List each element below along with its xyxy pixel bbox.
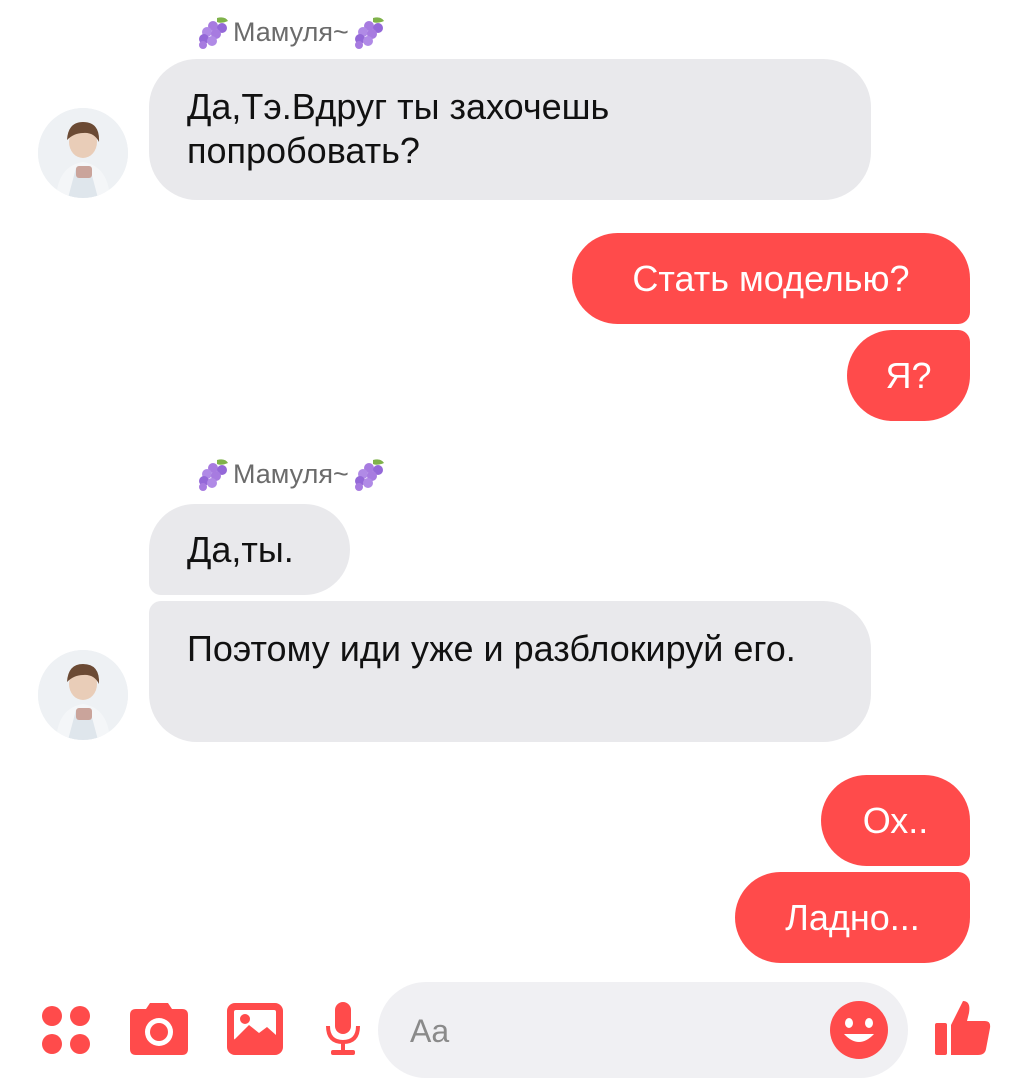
apps-button[interactable] bbox=[36, 1000, 96, 1060]
grape-emoji-icon bbox=[199, 17, 228, 49]
camera-button[interactable] bbox=[126, 996, 192, 1062]
thumbs-up-icon bbox=[935, 1001, 991, 1055]
message-bubble-outgoing[interactable]: Я? bbox=[847, 330, 970, 421]
apps-icon bbox=[42, 1006, 90, 1054]
message-bubble-incoming[interactable]: Да,Тэ.Вдруг ты захочешь попробовать? bbox=[149, 59, 871, 200]
message-text: Стать моделью? bbox=[632, 258, 910, 299]
sender-name: Мамуля~ bbox=[195, 456, 387, 492]
message-bubble-incoming[interactable]: Поэтому иди уже и разблокируй его. bbox=[149, 601, 871, 742]
sender-name-text: Мамуля~ bbox=[233, 16, 349, 47]
message-bubble-outgoing[interactable]: Стать моделью? bbox=[572, 233, 970, 324]
message-bubble-outgoing[interactable]: Ох.. bbox=[821, 775, 970, 866]
avatar-photo bbox=[38, 650, 128, 740]
avatar[interactable] bbox=[38, 650, 128, 740]
sender-name-text: Мамуля~ bbox=[233, 458, 349, 489]
message-text: Да,Тэ.Вдруг ты захочешь попробовать? bbox=[187, 86, 610, 171]
sender-name: Мамуля~ bbox=[195, 14, 387, 50]
avatar-photo bbox=[38, 108, 128, 198]
message-text: Да,ты. bbox=[187, 529, 294, 570]
emoji-button[interactable] bbox=[828, 999, 890, 1061]
avatar[interactable] bbox=[38, 108, 128, 198]
like-button[interactable] bbox=[930, 994, 996, 1060]
message-bubble-outgoing[interactable]: Ладно... bbox=[735, 872, 970, 963]
grape-emoji-icon bbox=[354, 17, 384, 49]
message-bubble-incoming[interactable]: Да,ты. bbox=[149, 504, 350, 595]
camera-icon bbox=[130, 1003, 188, 1055]
image-icon bbox=[227, 1003, 283, 1055]
message-input[interactable] bbox=[408, 1000, 812, 1062]
grape-emoji-icon bbox=[354, 459, 384, 491]
message-text: Ладно... bbox=[785, 897, 920, 938]
message-text: Я? bbox=[885, 355, 932, 396]
emoji-icon bbox=[830, 1001, 888, 1059]
message-text: Поэтому иди уже и разблокируй его. bbox=[187, 628, 796, 669]
voice-button[interactable] bbox=[318, 998, 368, 1060]
message-text: Ох.. bbox=[862, 800, 929, 841]
grape-emoji-icon bbox=[199, 459, 228, 491]
gallery-button[interactable] bbox=[222, 996, 288, 1062]
microphone-icon bbox=[326, 1002, 360, 1055]
message-composer[interactable] bbox=[378, 982, 908, 1078]
